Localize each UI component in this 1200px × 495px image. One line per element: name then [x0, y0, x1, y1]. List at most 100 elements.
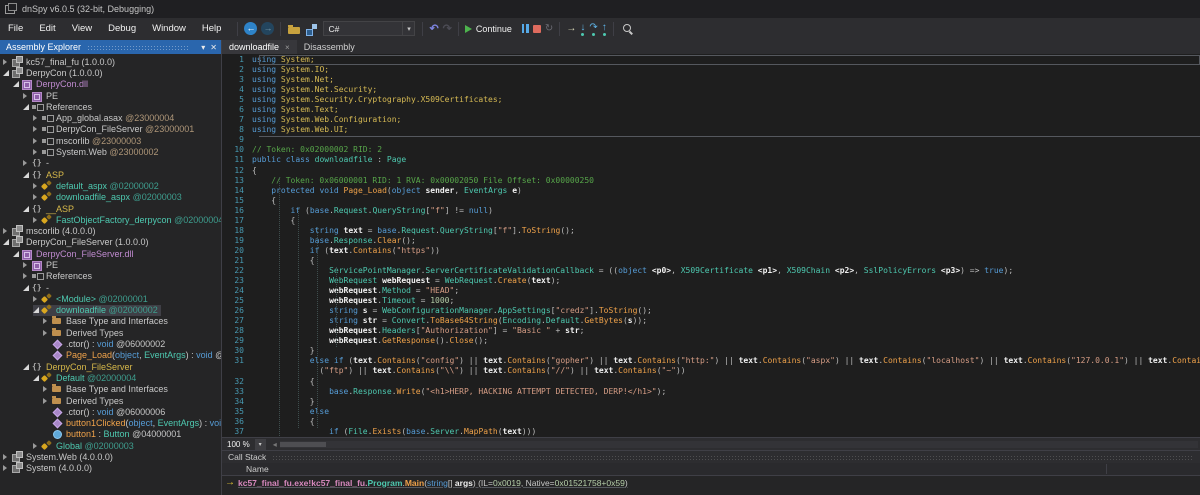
- code-line[interactable]: 2using System.IO;: [222, 65, 1200, 75]
- code-line[interactable]: 23 WebRequest webRequest = WebRequest.Cr…: [222, 276, 1200, 286]
- navigate-forward-button[interactable]: →: [261, 22, 274, 35]
- tree-row[interactable]: System (4.0.0.0): [0, 463, 221, 474]
- code-line[interactable]: 22 ServicePointManager.ServerCertificate…: [222, 266, 1200, 276]
- show-in-assembly-explorer-button[interactable]: [305, 23, 318, 35]
- tree-item[interactable]: downloadfile @02000002: [33, 305, 161, 316]
- tree-row[interactable]: Page_Load(object, EventArgs) : void @060…: [0, 350, 221, 361]
- tree-item[interactable]: button1Clicked(object, EventArgs) : void: [43, 418, 221, 429]
- expander-icon[interactable]: [3, 454, 12, 460]
- expander-icon[interactable]: [23, 206, 32, 212]
- code-line[interactable]: 8using System.Web.UI;: [222, 125, 1200, 135]
- expander-icon[interactable]: [43, 318, 52, 324]
- search-button[interactable]: [620, 23, 634, 35]
- code-line[interactable]: 17 {: [222, 216, 1200, 226]
- code-line[interactable]: 32 {: [222, 377, 1200, 387]
- expander-icon[interactable]: [23, 172, 32, 178]
- tree-item[interactable]: Derived Types: [43, 395, 126, 406]
- tree-item[interactable]: Base Type and Interfaces: [43, 384, 171, 395]
- code-line[interactable]: ("ftp") || text.Contains("\\") || text.C…: [222, 366, 1200, 376]
- code-line[interactable]: 6using System.Text;: [222, 105, 1200, 115]
- tree-item[interactable]: Default @02000004: [33, 372, 139, 383]
- panel-close-icon[interactable]: ✕: [210, 43, 217, 52]
- tree-item[interactable]: App_global.asax @23000004: [33, 112, 177, 123]
- tree-row[interactable]: System.Web (4.0.0.0): [0, 451, 221, 462]
- tree-row[interactable]: PE: [0, 259, 221, 270]
- tree-item[interactable]: downloadfile_aspx @02000003: [33, 192, 185, 203]
- code-line[interactable]: 37 if (File.Exists(base.Server.MapPath(t…: [222, 427, 1200, 437]
- tree-row[interactable]: Base Type and Interfaces: [0, 384, 221, 395]
- tree-item[interactable]: Global @02000003: [33, 440, 137, 451]
- expander-icon[interactable]: [43, 330, 52, 336]
- tree-row[interactable]: {}-: [0, 158, 221, 169]
- scroll-left-icon[interactable]: ◂: [273, 440, 277, 449]
- tree-item[interactable]: {}ASP: [23, 169, 67, 180]
- expander-icon[interactable]: [23, 160, 32, 166]
- tree-row[interactable]: {}__ASP: [0, 203, 221, 214]
- scrollbar-thumb[interactable]: [280, 442, 326, 447]
- code-line[interactable]: 35 else: [222, 407, 1200, 417]
- zoom-dropdown-icon[interactable]: ▾: [255, 439, 266, 450]
- code-line[interactable]: 16 if (base.Request.QueryString["f"] != …: [222, 206, 1200, 216]
- tree-item[interactable]: DerpyCon (1.0.0.0): [3, 67, 106, 78]
- expander-icon[interactable]: [23, 93, 32, 99]
- expander-icon[interactable]: [3, 465, 12, 471]
- code-line[interactable]: 29 webRequest.GetResponse().Close();: [222, 336, 1200, 346]
- code-line[interactable]: 24 webRequest.Method = "HEAD";: [222, 286, 1200, 296]
- tree-row[interactable]: References: [0, 271, 221, 282]
- expander-icon[interactable]: [3, 59, 12, 65]
- tree-item[interactable]: default_aspx @02000002: [33, 180, 162, 191]
- menu-view[interactable]: View: [64, 23, 100, 34]
- code-line[interactable]: 25 webRequest.Timeout = 1000;: [222, 296, 1200, 306]
- expander-icon[interactable]: [43, 398, 52, 404]
- expander-icon[interactable]: [3, 228, 12, 234]
- tree-item[interactable]: mscorlib (4.0.0.0): [3, 225, 99, 236]
- code-line[interactable]: 4using System.Net.Security;: [222, 85, 1200, 95]
- tree-row[interactable]: Derived Types: [0, 327, 221, 338]
- expander-icon[interactable]: [23, 364, 32, 370]
- tree-row[interactable]: DerpyCon (1.0.0.0): [0, 67, 221, 78]
- tree-row[interactable]: System.Web @23000002: [0, 146, 221, 157]
- tree-item[interactable]: DerpyCon_FileServer (1.0.0.0): [3, 237, 152, 248]
- tree-item[interactable]: Derived Types: [43, 327, 126, 338]
- tree-item[interactable]: PE: [23, 90, 61, 101]
- expander-icon[interactable]: [33, 126, 42, 132]
- code-line[interactable]: 28 webRequest.Headers["Authorization"] =…: [222, 326, 1200, 336]
- redo-button[interactable]: ↷: [443, 23, 452, 35]
- tree-row[interactable]: DerpyCon_FileServer @23000001: [0, 124, 221, 135]
- break-button[interactable]: [522, 24, 529, 33]
- tree-item[interactable]: FastObjectFactory_derpycon @02000004: [33, 214, 221, 225]
- expander-icon[interactable]: [33, 138, 42, 144]
- tree-row[interactable]: mscorlib (4.0.0.0): [0, 225, 221, 236]
- show-next-statement-button[interactable]: →: [566, 23, 576, 34]
- navigate-back-button[interactable]: ←: [244, 22, 257, 35]
- code-line[interactable]: 36 {: [222, 417, 1200, 427]
- code-line[interactable]: 15 {: [222, 196, 1200, 206]
- tree-row[interactable]: kc57_final_fu (1.0.0.0): [0, 56, 221, 67]
- tree-item[interactable]: Page_Load(object, EventArgs) : void @060…: [43, 350, 221, 361]
- tree-row[interactable]: DerpyCon.dll: [0, 79, 221, 90]
- tree-row[interactable]: {}DerpyCon_FileServer: [0, 361, 221, 372]
- column-divider[interactable]: [1106, 464, 1107, 474]
- code-line[interactable]: 13 // Token: 0x06000001 RID: 1 RVA: 0x00…: [222, 176, 1200, 186]
- undo-button[interactable]: ↶: [429, 23, 438, 35]
- tree-item[interactable]: PE: [23, 259, 61, 270]
- tree-row[interactable]: downloadfile_aspx @02000003: [0, 192, 221, 203]
- tree-row[interactable]: {}-: [0, 282, 221, 293]
- menu-file[interactable]: File: [0, 23, 31, 34]
- continue-button[interactable]: Continue: [465, 24, 518, 34]
- code-line[interactable]: 30 }: [222, 346, 1200, 356]
- tree-row[interactable]: {}ASP: [0, 169, 221, 180]
- expander-icon[interactable]: [33, 149, 42, 155]
- code-line[interactable]: 9: [222, 135, 1200, 145]
- horizontal-scrollbar[interactable]: [280, 441, 1198, 448]
- code-line[interactable]: 10// Token: 0x02000002 RID: 2: [222, 145, 1200, 155]
- tree-item[interactable]: {}-: [23, 282, 52, 293]
- tree-item[interactable]: {}-: [23, 158, 52, 169]
- tree-row[interactable]: PE: [0, 90, 221, 101]
- tree-row[interactable]: <Module> @02000001: [0, 293, 221, 304]
- tree-row[interactable]: mscorlib @23000003: [0, 135, 221, 146]
- panel-menu-dropdown-icon[interactable]: ▾: [201, 43, 205, 52]
- code-line[interactable]: 12{: [222, 166, 1200, 176]
- expander-icon[interactable]: [23, 262, 32, 268]
- tab-downloadfile[interactable]: downloadfile×: [222, 40, 297, 54]
